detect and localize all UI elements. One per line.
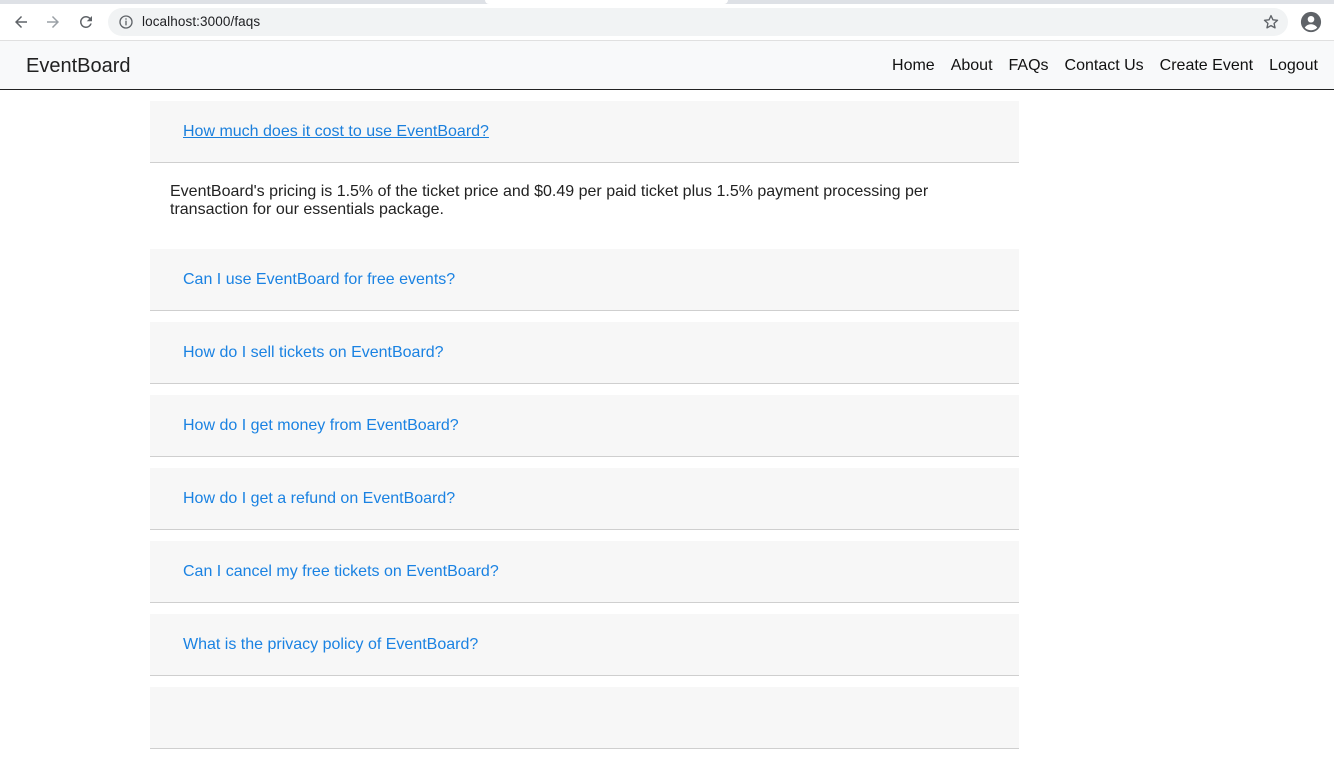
faq-header[interactable]: How much does it cost to use EventBoard? [150,101,1019,163]
faq-item: How do I sell tickets on EventBoard? [150,322,1019,384]
faq-item-partial [150,687,1019,749]
faq-answer: EventBoard's pricing is 1.5% of the tick… [170,183,929,218]
faq-header[interactable]: How do I sell tickets on EventBoard? [150,322,1019,384]
nav-link-about[interactable]: About [943,57,1001,75]
reload-icon[interactable] [73,9,99,35]
nav-link-logout[interactable]: Logout [1261,57,1326,75]
nav-link-home[interactable]: Home [884,57,943,75]
faq-item: Can I cancel my free tickets on EventBoa… [150,541,1019,603]
faq-header[interactable]: How do I get money from EventBoard? [150,395,1019,457]
faq-question-link[interactable]: How do I get money from EventBoard? [183,417,459,435]
address-bar[interactable]: localhost:3000/faqs [108,8,1288,36]
browser-toolbar: localhost:3000/faqs [0,4,1334,40]
faq-header[interactable]: Can I use EventBoard for free events? [150,249,1019,311]
arrow-right-icon[interactable] [40,9,66,35]
app-navbar: EventBoard Home About FAQs Contact Us Cr… [0,40,1334,90]
nav-link-faqs[interactable]: FAQs [1001,57,1057,75]
faq-question-link[interactable]: How much does it cost to use EventBoard? [183,123,489,141]
faq-header[interactable]: What is the privacy policy of EventBoard… [150,614,1019,676]
info-icon[interactable] [118,14,134,30]
arrow-left-icon[interactable] [8,9,34,35]
faq-accordion: How much does it cost to use EventBoard?… [150,101,1019,760]
faq-item: How do I get money from EventBoard? [150,395,1019,457]
nav-links: Home About FAQs Contact Us Create Event … [884,41,1326,91]
faq-header[interactable] [150,687,1019,749]
nav-link-contact-us[interactable]: Contact Us [1057,57,1152,75]
faq-question-link[interactable]: How do I sell tickets on EventBoard? [183,344,444,362]
url-text[interactable]: localhost:3000/faqs [142,8,260,36]
faq-header[interactable]: How do I get a refund on EventBoard? [150,468,1019,530]
faq-item: Can I use EventBoard for free events? [150,249,1019,311]
faq-item: How do I get a refund on EventBoard? [150,468,1019,530]
faq-question-link[interactable]: How do I get a refund on EventBoard? [183,490,455,508]
account-circle-icon[interactable] [1300,11,1322,33]
faq-question-link[interactable]: Can I use EventBoard for free events? [183,271,455,289]
brand-logo[interactable]: EventBoard [26,41,131,91]
faq-item: How much does it cost to use EventBoard?… [150,101,1019,249]
star-icon[interactable] [1262,13,1280,31]
faq-question-link[interactable]: Can I cancel my free tickets on EventBoa… [183,563,499,581]
faq-item: What is the privacy policy of EventBoard… [150,614,1019,676]
nav-link-create-event[interactable]: Create Event [1152,57,1261,75]
faq-header[interactable]: Can I cancel my free tickets on EventBoa… [150,541,1019,603]
faq-question-link[interactable]: What is the privacy policy of EventBoard… [183,636,478,654]
